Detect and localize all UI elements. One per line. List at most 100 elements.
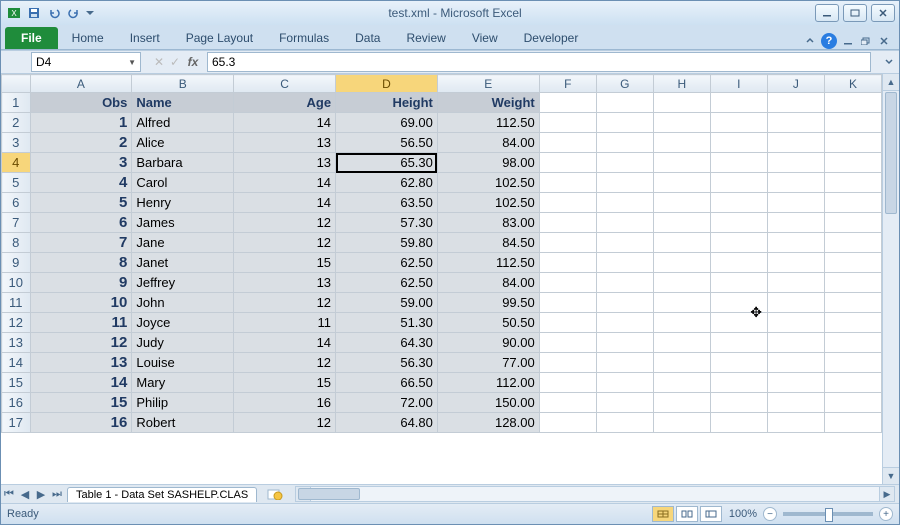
cell[interactable] (653, 373, 710, 393)
cell[interactable] (539, 213, 596, 233)
cell[interactable] (710, 93, 767, 113)
cell[interactable] (539, 333, 596, 353)
cell[interactable] (653, 253, 710, 273)
cell[interactable] (653, 353, 710, 373)
cell[interactable]: John (132, 293, 234, 313)
name-box-dropdown-icon[interactable]: ▼ (128, 58, 136, 67)
cell[interactable]: 77.00 (437, 353, 539, 373)
column-header[interactable]: G (596, 75, 653, 93)
cell[interactable] (596, 113, 653, 133)
workbook-restore-icon[interactable] (859, 34, 873, 48)
cell[interactable]: 14 (234, 113, 336, 133)
cell[interactable]: 12 (30, 333, 132, 353)
cell[interactable] (653, 153, 710, 173)
cell[interactable] (596, 413, 653, 433)
cell[interactable] (539, 193, 596, 213)
cell[interactable] (824, 153, 881, 173)
cell[interactable] (539, 133, 596, 153)
zoom-in-icon[interactable]: + (879, 507, 893, 521)
cell[interactable] (767, 353, 824, 373)
cell[interactable] (596, 333, 653, 353)
column-header[interactable]: D (336, 75, 438, 93)
cell[interactable] (824, 173, 881, 193)
qat-customize-dropdown-icon[interactable] (85, 4, 95, 22)
excel-icon[interactable]: X (5, 4, 23, 22)
cell[interactable] (653, 233, 710, 253)
tab-nav-first-icon[interactable]: ⏮ (1, 486, 17, 502)
cell[interactable] (596, 173, 653, 193)
cell[interactable]: 90.00 (437, 333, 539, 353)
cell[interactable] (767, 173, 824, 193)
cell[interactable] (539, 393, 596, 413)
row-header[interactable]: 9 (2, 253, 31, 273)
row-header[interactable]: 2 (2, 113, 31, 133)
cell[interactable]: 6 (30, 213, 132, 233)
row-header[interactable]: 8 (2, 233, 31, 253)
cell[interactable]: 57.30 (336, 213, 438, 233)
cell[interactable]: Robert (132, 413, 234, 433)
cell[interactable]: 2 (30, 133, 132, 153)
cell[interactable] (767, 233, 824, 253)
cell[interactable] (596, 313, 653, 333)
tab-nav-last-icon[interactable]: ⏭ (49, 486, 65, 502)
ribbon-minimize-chevron-icon[interactable] (803, 34, 817, 48)
cell[interactable]: 3 (30, 153, 132, 173)
horizontal-scrollbar[interactable]: ◀ ▶ (295, 486, 895, 502)
cell[interactable] (824, 333, 881, 353)
cell[interactable] (824, 393, 881, 413)
cell[interactable]: 12 (234, 233, 336, 253)
cell[interactable]: 112.50 (437, 113, 539, 133)
view-page-layout-icon[interactable] (676, 506, 698, 522)
cell[interactable] (824, 113, 881, 133)
cell[interactable] (596, 133, 653, 153)
tab-nav-prev-icon[interactable]: ◀ (17, 486, 33, 502)
cell[interactable] (539, 413, 596, 433)
cell[interactable]: 1 (30, 113, 132, 133)
table-header-cell[interactable]: Height (336, 93, 438, 113)
cell[interactable] (710, 153, 767, 173)
cell[interactable] (767, 413, 824, 433)
view-normal-icon[interactable] (652, 506, 674, 522)
cell[interactable]: 62.50 (336, 273, 438, 293)
cell[interactable]: 102.50 (437, 173, 539, 193)
formula-bar[interactable]: 65.3 (207, 52, 871, 72)
cell[interactable] (710, 133, 767, 153)
row-header[interactable]: 7 (2, 213, 31, 233)
cell[interactable]: 98.00 (437, 153, 539, 173)
tab-nav-next-icon[interactable]: ▶ (33, 486, 49, 502)
cell[interactable] (596, 353, 653, 373)
cell[interactable] (767, 253, 824, 273)
cell[interactable]: 83.00 (437, 213, 539, 233)
cell[interactable]: 13 (234, 153, 336, 173)
redo-icon[interactable] (65, 4, 83, 22)
cell[interactable] (767, 133, 824, 153)
row-header[interactable]: 15 (2, 373, 31, 393)
row-header[interactable]: 6 (2, 193, 31, 213)
tab-insert[interactable]: Insert (118, 27, 172, 49)
column-header[interactable]: F (539, 75, 596, 93)
cell[interactable] (596, 233, 653, 253)
column-header[interactable]: B (132, 75, 234, 93)
cell[interactable] (539, 273, 596, 293)
tab-developer[interactable]: Developer (512, 27, 591, 49)
cell[interactable]: 5 (30, 193, 132, 213)
cell[interactable]: 69.00 (336, 113, 438, 133)
cell[interactable] (767, 113, 824, 133)
cell[interactable] (596, 93, 653, 113)
cell[interactable] (824, 313, 881, 333)
cell[interactable]: 15 (234, 253, 336, 273)
cell[interactable] (710, 213, 767, 233)
tab-review[interactable]: Review (394, 27, 457, 49)
cell[interactable]: 112.00 (437, 373, 539, 393)
cell[interactable] (653, 133, 710, 153)
cell[interactable]: Alfred (132, 113, 234, 133)
cell[interactable] (824, 253, 881, 273)
save-icon[interactable] (25, 4, 43, 22)
cell[interactable]: 59.00 (336, 293, 438, 313)
cell[interactable]: Mary (132, 373, 234, 393)
row-header[interactable]: 4 (2, 153, 31, 173)
cell[interactable] (539, 353, 596, 373)
cell[interactable] (539, 293, 596, 313)
cell[interactable]: Jeffrey (132, 273, 234, 293)
cell[interactable] (824, 353, 881, 373)
